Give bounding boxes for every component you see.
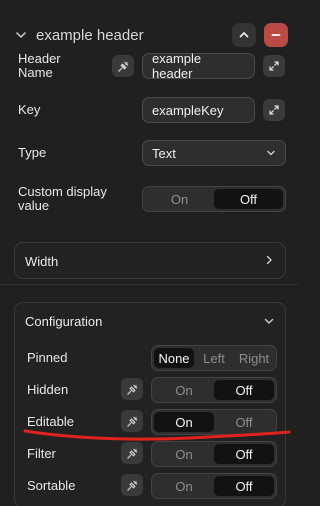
filter-off[interactable]: Off [214, 444, 274, 464]
chevron-down-icon[interactable] [263, 315, 275, 327]
column-title: example header [36, 26, 144, 44]
bind-filter-button[interactable] [121, 442, 143, 464]
bind-header-name-button[interactable] [112, 55, 134, 77]
custom-display-on[interactable]: On [145, 189, 214, 209]
configuration-section-title: Configuration [25, 314, 103, 329]
filter-toggle[interactable]: On Off [151, 441, 277, 467]
chevron-down-icon [266, 148, 276, 158]
filter-label: Filter [27, 446, 56, 461]
sortable-on[interactable]: On [154, 476, 214, 496]
type-label: Type [18, 145, 47, 160]
plug-icon [126, 447, 139, 460]
pinned-option-right[interactable]: Right [234, 348, 274, 368]
width-section[interactable]: Width [14, 242, 286, 279]
pinned-selector[interactable]: None Left Right [151, 345, 277, 371]
remove-column-button[interactable] [264, 23, 288, 47]
editable-toggle[interactable]: On Off [151, 409, 277, 435]
custom-display-toggle[interactable]: On Off [142, 186, 286, 212]
chevron-right-icon [263, 254, 275, 266]
key-label: Key [18, 102, 41, 117]
type-select[interactable]: Text [142, 140, 286, 166]
bind-hidden-button[interactable] [121, 378, 143, 400]
type-value: Text [152, 145, 176, 161]
editable-label: Editable [27, 414, 74, 429]
key-value: exampleKey [152, 102, 224, 118]
plug-icon [126, 415, 139, 428]
plug-icon [117, 60, 130, 73]
section-divider [0, 284, 298, 285]
bind-sortable-button[interactable] [121, 474, 143, 496]
hidden-toggle[interactable]: On Off [151, 377, 277, 403]
hidden-label: Hidden [27, 382, 69, 397]
minus-icon [270, 29, 282, 41]
chevron-up-icon [238, 29, 250, 41]
pinned-option-none[interactable]: None [154, 348, 194, 368]
key-input[interactable]: exampleKey [142, 97, 255, 123]
expand-icon [268, 60, 280, 72]
header-name-input[interactable]: example header [142, 51, 255, 81]
plug-icon [126, 479, 139, 492]
chevron-down-icon[interactable] [14, 28, 28, 42]
custom-display-off[interactable]: Off [214, 189, 283, 209]
custom-display-label: Custom display value [18, 184, 107, 213]
expand-icon [268, 104, 280, 116]
width-section-title: Width [25, 254, 59, 269]
move-up-button[interactable] [232, 23, 256, 47]
editable-off[interactable]: Off [214, 412, 274, 432]
hidden-on[interactable]: On [154, 380, 214, 400]
sortable-label: Sortable [27, 478, 76, 493]
column-settings-panel: example header Header Name example heade… [0, 0, 298, 506]
expand-header-name-button[interactable] [263, 55, 285, 77]
header-name-label: Header Name [18, 51, 61, 80]
editable-on[interactable]: On [154, 412, 214, 432]
pinned-label: Pinned [27, 350, 68, 365]
column-header-row: example header [14, 22, 288, 48]
plug-icon [126, 383, 139, 396]
pinned-option-left[interactable]: Left [194, 348, 234, 368]
sortable-off[interactable]: Off [214, 476, 274, 496]
filter-on[interactable]: On [154, 444, 214, 464]
sortable-toggle[interactable]: On Off [151, 473, 277, 499]
header-name-value: example header [152, 51, 202, 81]
hidden-off[interactable]: Off [214, 380, 274, 400]
bind-editable-button[interactable] [121, 410, 143, 432]
expand-key-button[interactable] [263, 99, 285, 121]
